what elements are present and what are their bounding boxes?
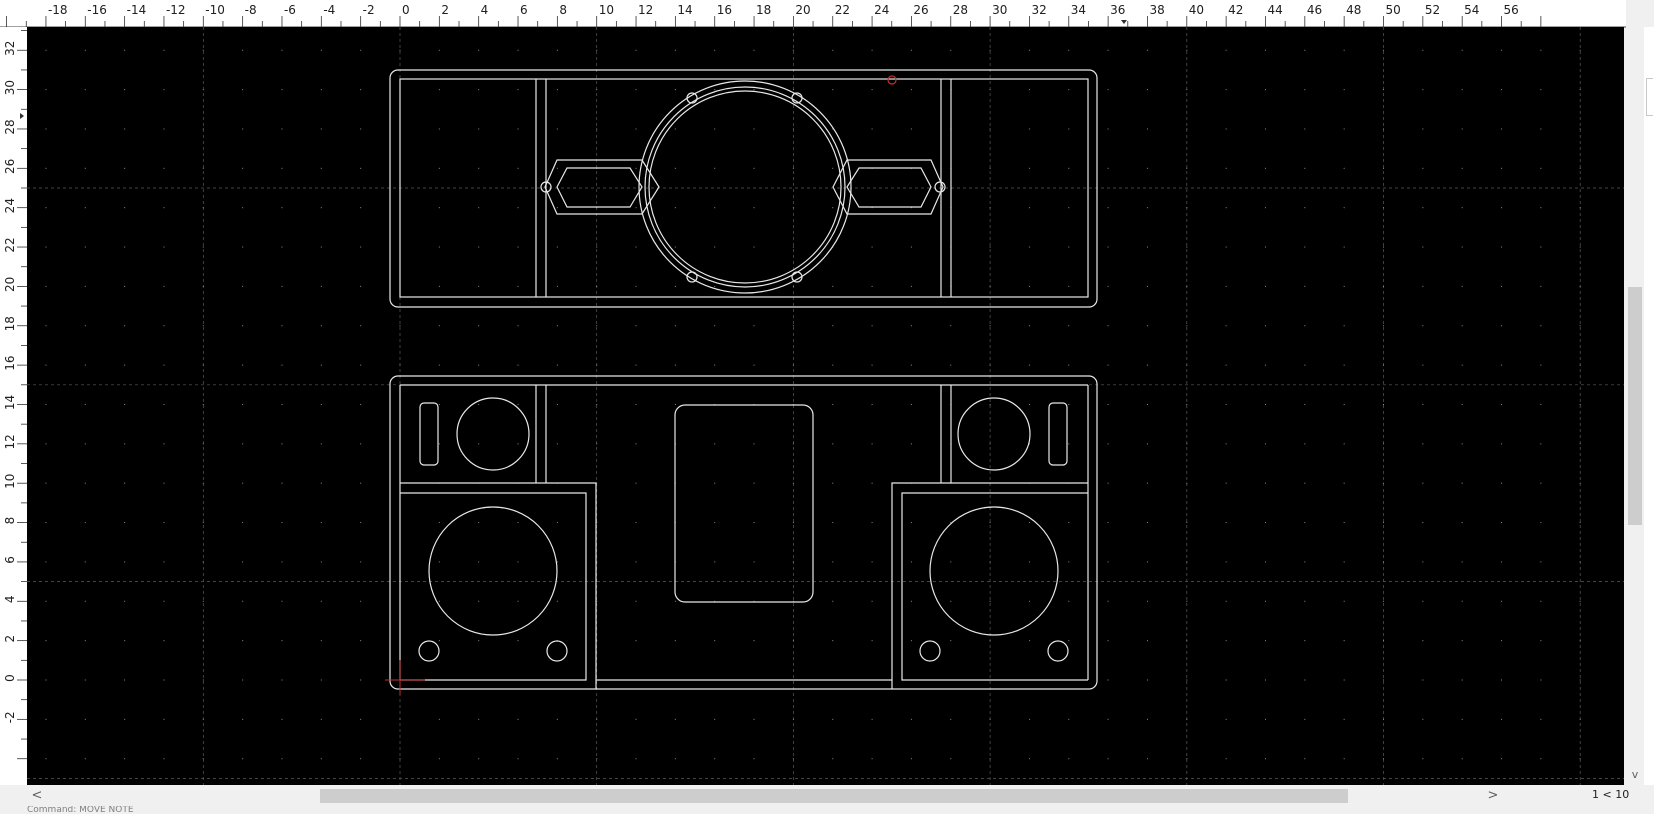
right-slot [1048,402,1068,466]
ruler-x-label: 12 [638,3,653,17]
ruler-x-label: 18 [756,3,771,17]
ruler-y-label: 32 [3,41,17,56]
left-large-hole [428,506,558,636]
ruler-x-label: 38 [1149,3,1164,17]
ruler-x-label: 54 [1464,3,1479,17]
right-upper-hole [957,397,1031,471]
vertical-ruler[interactable]: 32302826242220181614121086420-2 [0,27,28,785]
origin-crosshair-icon [385,660,425,695]
mount-hole [1047,640,1069,662]
ruler-x-label: 52 [1425,3,1440,17]
ruler-x-label: 6 [520,3,528,17]
ruler-x-label: -12 [166,3,186,17]
ruler-x-label: -10 [205,3,225,17]
ruler-y-label: 18 [3,316,17,331]
horizontal-scroll-thumb[interactable] [320,789,1348,803]
ruler-x-label: -14 [127,3,147,17]
ruler-x-label: -18 [48,3,68,17]
ruler-y-label: 0 [3,674,17,682]
ruler-x-label: 28 [953,3,968,17]
ruler-x-label: 32 [1031,3,1046,17]
ruler-x-label: 40 [1189,3,1204,17]
scroll-right-icon[interactable]: > [1483,786,1503,806]
ruler-x-label: 42 [1228,3,1243,17]
ruler-x-label: -8 [245,3,257,17]
ruler-y-label: 26 [3,159,17,174]
drawing-canvas[interactable] [27,27,1624,785]
ruler-x-label: 8 [559,3,567,17]
top-main-circle-inner [648,90,842,284]
ruler-y-label: 30 [3,80,17,95]
top-main-circle-outer[interactable] [638,80,852,294]
ruler-x-label: 16 [717,3,732,17]
ruler-x-label: -2 [363,3,375,17]
mount-hole [546,640,568,662]
ruler-x-label: -4 [323,3,335,17]
mount-hole [418,640,440,662]
ruler-x-label: 14 [677,3,692,17]
ruler-y-label: 22 [3,237,17,252]
ruler-y-label: 24 [3,198,17,213]
ruler-y-label: 14 [3,395,17,410]
bottom-plate-outline[interactable] [389,375,1098,690]
page-indicator: 1 < 10 [1592,788,1630,801]
ruler-x-label: 10 [599,3,614,17]
ruler-y-label: 28 [3,119,17,134]
vertical-scroll-thumb[interactable] [1628,287,1642,525]
ruler-x-label: 30 [992,3,1007,17]
ruler-y-label: 20 [3,277,17,292]
side-panel-edge [1644,27,1654,785]
ruler-x-label: 48 [1346,3,1361,17]
right-large-hole [929,506,1059,636]
ruler-x-label: 46 [1307,3,1322,17]
ruler-x-label: 34 [1071,3,1086,17]
scroll-down-icon[interactable]: v [1626,765,1644,785]
mount-hole [919,640,941,662]
top-main-circle-mid [644,86,846,288]
ruler-x-label: 36 [1110,3,1125,17]
ruler-y-label: 16 [3,355,17,370]
left-arm-inner [556,167,643,208]
ruler-x-label: 0 [402,3,410,17]
ruler-x-label: 2 [441,3,449,17]
left-bay-inner [400,492,587,681]
left-slot [419,402,439,466]
grid-lines [27,27,1624,785]
ruler-y-label: 2 [3,635,17,643]
ruler-x-label: 22 [835,3,850,17]
ruler-x-label: 20 [795,3,810,17]
left-upper-hole [456,397,530,471]
cursor-x-marker-icon [1121,20,1127,24]
bottom-plate-drawing[interactable] [389,375,1098,690]
ruler-x-label: 24 [874,3,889,17]
scroll-left-icon[interactable]: < [27,786,47,806]
left-bay-outer [400,482,597,689]
cursor-y-marker-icon [20,113,24,119]
ruler-x-label: 26 [913,3,928,17]
ruler-y-label: 10 [3,474,17,489]
ruler-x-label: 44 [1267,3,1282,17]
grid-dots [45,49,1581,760]
ruler-y-label: -2 [3,711,17,723]
vertical-scrollbar[interactable] [1626,27,1644,785]
command-line[interactable]: Command: MOVE NOTE [27,806,134,814]
horizontal-ruler[interactable]: -18 -16 -14 -12 -10 -8 -6 -4 -2 0 2 4 6 8 10 12 14 16 18 20… [0,0,1626,28]
ruler-x-label: 56 [1504,3,1519,17]
ruler-x-label: -16 [87,3,107,17]
ruler-y-label: 8 [3,517,17,525]
center-window[interactable] [674,404,814,603]
ruler-y-label: 6 [3,556,17,564]
ruler-x-label: 50 [1386,3,1401,17]
horizontal-scrollbar[interactable]: < > [27,786,1587,806]
side-panel-tab[interactable] [1646,78,1653,116]
ruler-x-label: 4 [481,3,489,17]
ruler-x-label: -6 [284,3,296,17]
right-bay-inner [901,492,1088,681]
ruler-y-label: 12 [3,434,17,449]
ruler-y-label: 4 [3,595,17,603]
top-plate-drawing[interactable] [389,69,1098,308]
grip-marker[interactable] [887,75,897,85]
top-plate-outline[interactable] [389,69,1098,308]
right-arm-inner [846,167,932,208]
